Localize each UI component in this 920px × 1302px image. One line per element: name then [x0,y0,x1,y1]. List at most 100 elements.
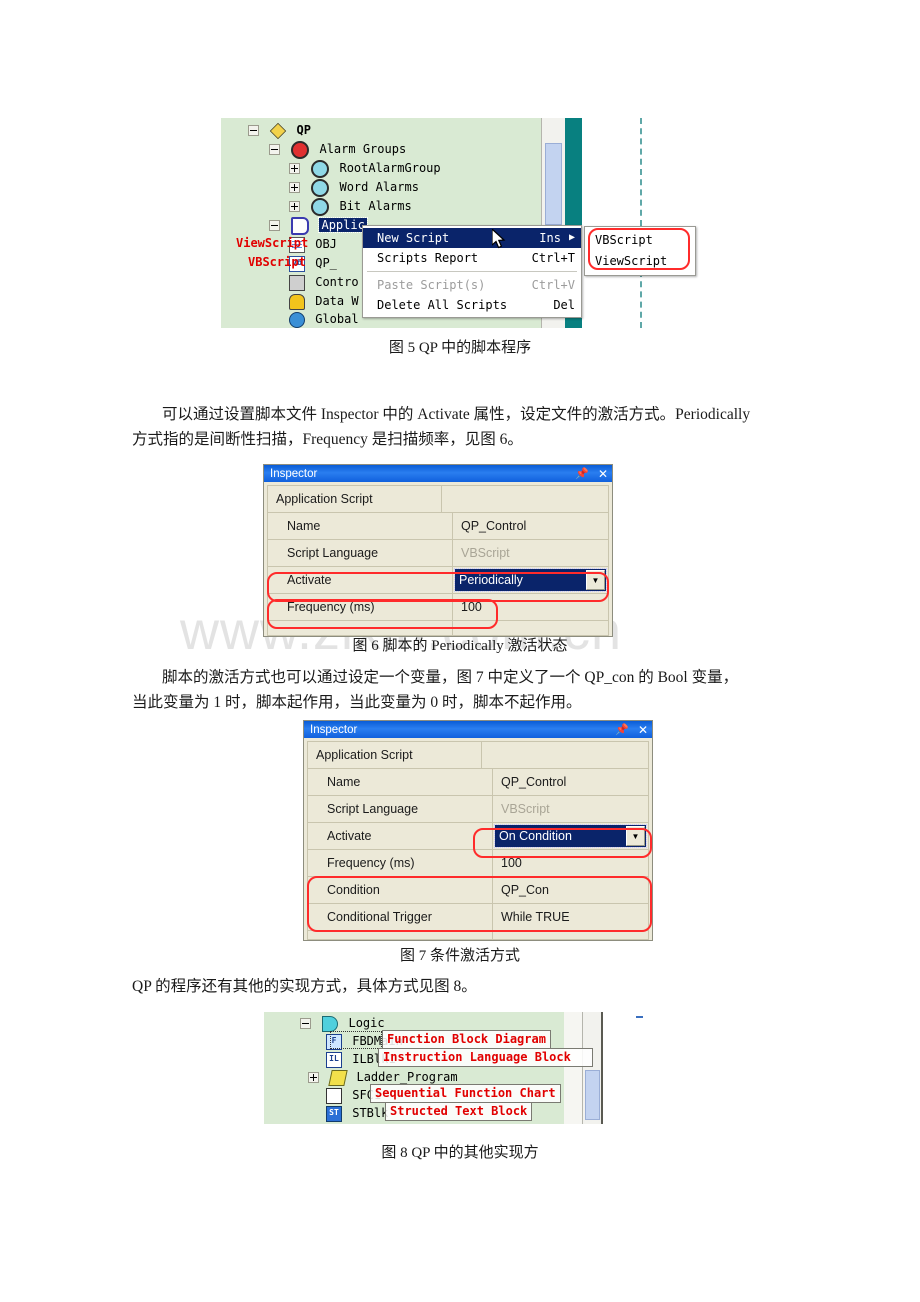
book-icon [291,216,310,235]
activate-dropdown[interactable]: Periodically ▼ [454,568,607,592]
figure6-inspector-panel[interactable]: Inspector 📌 ✕ Application Script Name QP… [263,464,613,637]
tree-item-label: Alarm Groups [319,142,407,156]
annotation-function-block-diagram: Function Block Diagram [382,1030,551,1049]
property-row-frequency[interactable]: Frequency (ms) 100 [307,850,649,877]
alarm-clock-cyan-icon [311,197,330,216]
tree-item-label: RootAlarmGroup [339,161,441,175]
annotation-sequential-function-chart: Sequential Function Chart [370,1084,561,1103]
menu-item-accel: Ins [539,231,561,245]
pin-icon[interactable]: 📌 [575,467,589,480]
context-menu[interactable]: New Script Ins ▶ Scripts Report Ctrl+T P… [362,225,582,318]
pin-icon[interactable]: 📌 [615,723,629,736]
sfc-icon [326,1087,342,1104]
property-value-cell: Periodically ▼ [453,567,609,593]
menu-item-accel: Ctrl+V [531,278,575,292]
property-row-frequency[interactable]: Frequency (ms) 100 [267,594,609,621]
paragraph-2-line-2: 当此变量为 1 时，脚本起作用，当此变量为 0 时，脚本不起作用。 [132,694,582,711]
property-row-name[interactable]: Name QP_Control [267,513,609,540]
expander-minus-icon[interactable] [300,1018,311,1029]
menu-item-label: Delete All Scripts [377,298,508,312]
globe-icon [289,311,305,328]
menu-separator [367,271,577,272]
tree-item-label: Logic [348,1016,385,1030]
tree-item-label: QP_ [315,256,337,270]
property-value: 100 [453,594,609,620]
expander-plus-icon[interactable] [289,182,300,193]
hardhat-icon [289,293,305,310]
property-row-script-language[interactable]: Script Language VBScript [307,796,649,823]
expander-plus-icon[interactable] [289,201,300,212]
activate-selected-value: Periodically [459,573,523,587]
property-row-script-language[interactable]: Script Language VBScript [267,540,609,567]
property-row-empty [307,931,649,940]
tree-item-label: Ladder_Program [356,1070,458,1084]
property-row-activate[interactable]: Activate On Condition ▼ [307,823,649,850]
figure8-guide-tick [636,1016,643,1018]
activate-dropdown[interactable]: On Condition ▼ [494,824,647,848]
logic-icon [322,1015,339,1032]
menu-item-label: Scripts Report [377,251,479,265]
property-row-application-script[interactable]: Application Script [307,741,649,769]
inspector-title-bar: Inspector 📌 ✕ [304,721,652,738]
tree-item-data-watch[interactable]: Data W [289,292,359,311]
scrollbar-thumb[interactable] [545,143,562,225]
figure6-caption: 图 6 脚本的 Periodically 激活状态 [352,638,568,654]
property-value [442,486,609,512]
property-label: Activate [267,567,453,593]
menu-item-new-script[interactable]: New Script Ins ▶ [363,228,581,248]
expander-minus-icon[interactable] [248,125,259,136]
scrollbar-thumb[interactable] [585,1070,600,1120]
tree-item-alarm-groups[interactable]: Alarm Groups [269,140,406,159]
ladder-icon [328,1069,348,1086]
expander-minus-icon[interactable] [269,144,280,155]
tree-item-label: Global [315,312,359,326]
property-value-cell: On Condition ▼ [493,823,649,849]
tree-item-stblk[interactable]: ST STBlk [326,1104,388,1123]
tree-item-label: QP [296,123,311,137]
inspector-title: Inspector [270,467,318,480]
chevron-right-icon: ▶ [568,232,575,243]
tree-item-label: Word Alarms [339,180,419,194]
tree-item-application-scripts[interactable]: Applic [269,216,368,235]
chevron-down-icon[interactable]: ▼ [586,570,605,590]
activate-selected-value: On Condition [499,829,572,843]
figure8-scrollbar[interactable] [582,1012,603,1124]
expander-minus-icon[interactable] [269,220,280,231]
figure7-inspector-panel[interactable]: Inspector 📌 ✕ Application Script Name QP… [303,720,653,941]
figure8-caption: 图 8 QP 中的其他实现方 [381,1145,539,1161]
paragraph-2-line-1: 脚本的激活方式也可以通过设定一个变量，图 7 中定义了一个 QP_con 的 B… [162,669,739,686]
inspector-property-grid: Application Script Name QP_Control Scrip… [304,738,652,940]
paragraph-1-line-1: 可以通过设置脚本文件 Inspector 中的 Activate 属性，设定文件… [162,406,751,423]
property-row-application-script[interactable]: Application Script [267,485,609,513]
property-row-condition[interactable]: Condition QP_Con [307,877,649,904]
expander-plus-icon[interactable] [308,1072,319,1083]
menu-item-accel: Del [553,298,575,312]
tree-item-global[interactable]: Global [289,310,359,328]
property-row-conditional-trigger[interactable]: Conditional Trigger While TRUE [307,904,649,931]
submenu-item-viewscript[interactable]: ViewScript [585,251,695,272]
tree-item-label: Contro [315,275,359,289]
tree-item-label: Bit Alarms [339,199,412,213]
property-value: 100 [493,850,649,876]
inspector-title-bar: Inspector 📌 ✕ [264,465,612,482]
property-label: Conditional Trigger [307,904,493,930]
property-row-activate[interactable]: Activate Periodically ▼ [267,567,609,594]
menu-item-delete-all-scripts[interactable]: Delete All Scripts Del [363,295,581,315]
figure5-caption: 图 5 QP 中的脚本程序 [388,340,532,356]
tree-item-controllers[interactable]: Contro [289,273,359,292]
submenu-item-vbscript[interactable]: VBScript [585,230,695,251]
tree-item-qp[interactable]: QP [248,121,311,140]
tree-item-label: STBlk [352,1106,389,1120]
tree-item-bit-alarms[interactable]: Bit Alarms [289,197,412,216]
chevron-down-icon[interactable]: ▼ [626,826,645,846]
close-icon[interactable]: ✕ [598,467,608,481]
property-row-name[interactable]: Name QP_Control [307,769,649,796]
menu-item-scripts-report[interactable]: Scripts Report Ctrl+T [363,248,581,268]
menu-item-label: Paste Script(s) [377,278,486,292]
new-script-submenu[interactable]: VBScript ViewScript [584,226,696,276]
close-icon[interactable]: ✕ [638,723,648,737]
tree-item-rootalarmgroup[interactable]: RootAlarmGroup [289,159,441,178]
expander-plus-icon[interactable] [289,163,300,174]
property-value: QP_Control [453,513,609,539]
tree-item-word-alarms[interactable]: Word Alarms [289,178,419,197]
